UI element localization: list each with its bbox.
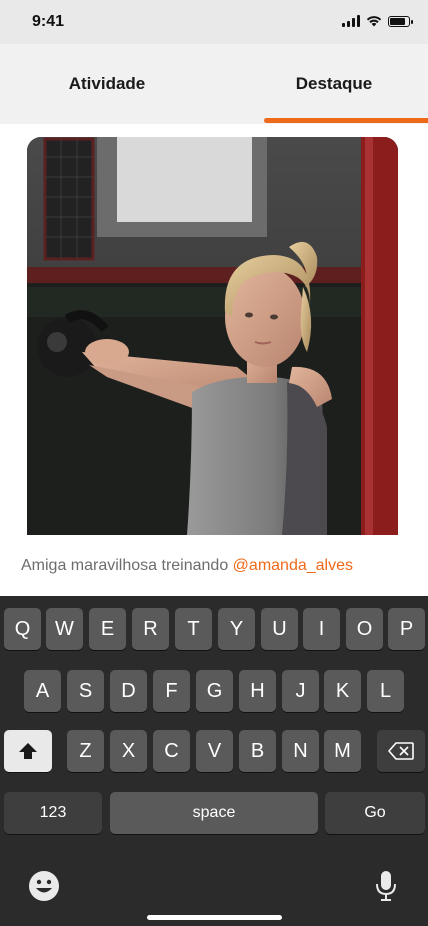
key-u[interactable]: U (261, 608, 298, 650)
battery-icon (388, 15, 413, 27)
post-photo[interactable] (27, 137, 398, 535)
tab-bar: Atividade Destaque (0, 44, 428, 124)
key-k[interactable]: K (324, 670, 361, 712)
caption-text: Amiga maravilhosa treinando (21, 557, 233, 574)
emoji-icon (29, 871, 59, 901)
status-bar: 9:41 (0, 0, 428, 44)
tab-atividade[interactable]: Atividade (0, 44, 214, 124)
key-i[interactable]: I (303, 608, 340, 650)
key-l[interactable]: L (367, 670, 404, 712)
emoji-button[interactable] (28, 870, 60, 902)
key-g[interactable]: G (196, 670, 233, 712)
numbers-key[interactable]: 123 (4, 792, 102, 834)
space-key[interactable]: space (110, 792, 318, 834)
cellular-signal-icon (342, 15, 360, 27)
microphone-icon (376, 871, 396, 901)
key-x[interactable]: X (110, 730, 147, 772)
key-f[interactable]: F (153, 670, 190, 712)
key-n[interactable]: N (282, 730, 319, 772)
key-b[interactable]: B (239, 730, 276, 772)
wifi-icon (366, 16, 382, 27)
keyboard: Q W E R T Y U I O P A S D F G H J K L Z … (0, 596, 428, 926)
kettlebell-workout-photo (27, 137, 398, 535)
key-p[interactable]: P (388, 608, 425, 650)
key-j[interactable]: J (282, 670, 319, 712)
status-time: 9:41 (32, 13, 65, 30)
key-t[interactable]: T (175, 608, 212, 650)
go-key[interactable]: Go (325, 792, 425, 834)
key-q[interactable]: Q (4, 608, 41, 650)
backspace-key[interactable] (377, 730, 425, 772)
key-s[interactable]: S (67, 670, 104, 712)
key-e[interactable]: E (89, 608, 126, 650)
key-m[interactable]: M (324, 730, 361, 772)
shift-key[interactable] (4, 730, 52, 772)
key-w[interactable]: W (46, 608, 83, 650)
key-c[interactable]: C (153, 730, 190, 772)
status-icons (342, 15, 413, 27)
post-caption: Amiga maravilhosa treinando @amanda_alve… (21, 557, 353, 575)
backspace-icon (388, 742, 414, 760)
key-r[interactable]: R (132, 608, 169, 650)
key-a[interactable]: A (24, 670, 61, 712)
user-mention-link[interactable]: @amanda_alves (233, 557, 353, 574)
home-indicator[interactable] (147, 915, 282, 920)
microphone-button[interactable] (374, 870, 398, 902)
shift-icon (19, 743, 37, 759)
key-o[interactable]: O (346, 608, 383, 650)
key-h[interactable]: H (239, 670, 276, 712)
key-z[interactable]: Z (67, 730, 104, 772)
key-v[interactable]: V (196, 730, 233, 772)
key-d[interactable]: D (110, 670, 147, 712)
key-y[interactable]: Y (218, 608, 255, 650)
tab-destaque[interactable]: Destaque (214, 44, 428, 124)
selected-tab-indicator (264, 118, 428, 123)
